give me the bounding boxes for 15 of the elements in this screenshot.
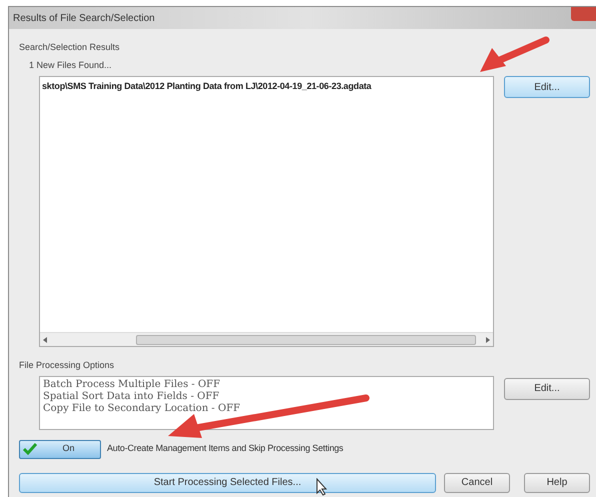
files-found-text: 1 New Files Found... [29, 58, 113, 72]
group-label: File Processing Options [19, 359, 116, 372]
window-title: Results of File Search/Selection [13, 12, 155, 26]
option-text: Spatial Sort Data into Fields - OFF [43, 390, 220, 402]
option-text: Batch Process Multiple Files - OFF [43, 378, 222, 390]
group-label: Search/Selection Results [19, 41, 121, 54]
dialog-button[interactable]: Help [524, 472, 590, 492]
dialog-button[interactable]: Cancel [444, 472, 510, 492]
option-text: Copy File to Secondary Location - OFF [43, 402, 242, 414]
dialog-button[interactable]: Start Processing Selected Files... [19, 472, 436, 492]
file-path[interactable]: sktop\SMS Training Data\2012 Planting Data from LJ\2012-04-19_21-06-23.agdata [40, 80, 493, 94]
dialog-button[interactable]: Edit... [504, 378, 590, 400]
dialog-button[interactable]: Edit... [504, 76, 590, 98]
auto-create-label: Auto-Create Management Items and Skip Processing Settings [107, 442, 344, 456]
on-toggle[interactable]: On [19, 440, 101, 458]
